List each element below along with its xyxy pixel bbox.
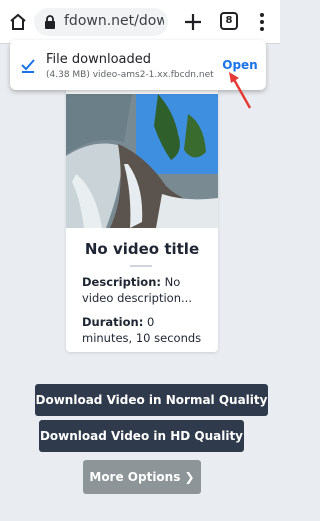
download-normal-quality-button[interactable]: Download Video in Normal Quality	[35, 384, 268, 416]
download-complete-icon	[21, 59, 35, 73]
duration-label: Duration:	[82, 315, 144, 329]
video-thumbnail[interactable]	[66, 94, 218, 228]
video-duration: Duration: 0 minutes, 10 seconds	[82, 314, 206, 348]
more-options-button[interactable]: More Options ❯	[83, 460, 201, 494]
new-tab-icon[interactable]	[182, 11, 204, 33]
annotation-arrow-icon	[229, 72, 252, 109]
lock-icon[interactable]	[42, 14, 58, 30]
notification-title: File downloaded	[46, 52, 151, 67]
tab-switcher-button[interactable]: 8	[220, 12, 238, 30]
notification-subtitle: (4.38 MB) video-ams2-1.xx.fbcdn.net	[46, 70, 214, 80]
url-text[interactable]: fdown.net/downl	[64, 13, 164, 31]
home-icon[interactable]	[8, 12, 28, 32]
title-divider	[130, 265, 152, 267]
video-title: No video title	[84, 240, 200, 258]
video-description: Description: No video description...	[82, 274, 206, 308]
download-hd-quality-button[interactable]: Download Video in HD Quality	[39, 420, 244, 452]
more-menu-icon[interactable]	[254, 11, 270, 33]
description-label: Description:	[82, 275, 161, 289]
